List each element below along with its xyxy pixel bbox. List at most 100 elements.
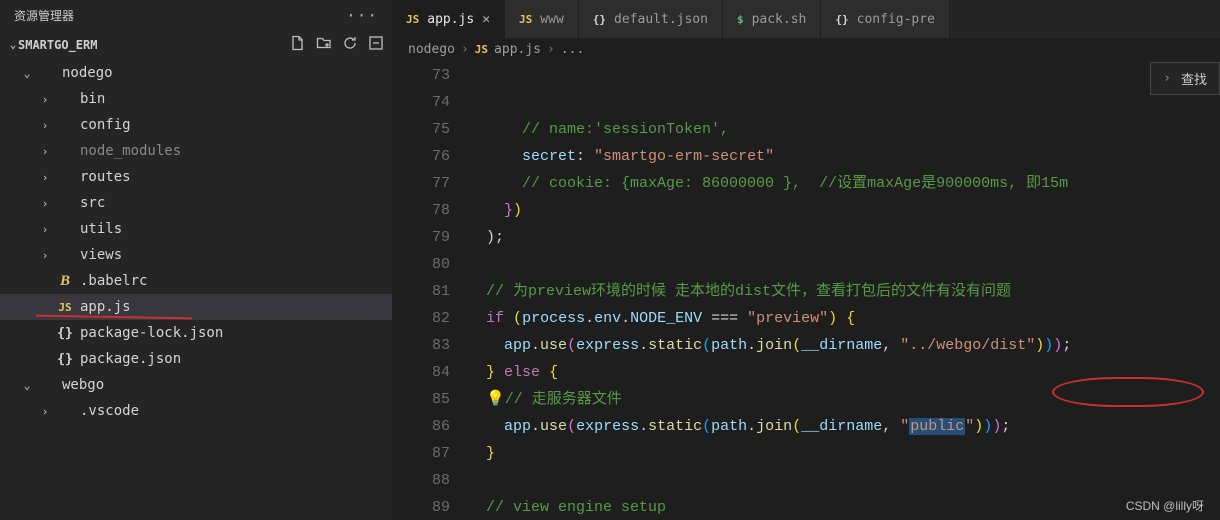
chevron-icon: › — [40, 249, 50, 262]
line-number: 77 — [392, 170, 450, 197]
tab-config-pre[interactable]: {} config-pre — [821, 0, 950, 38]
tab-file-icon: {} — [835, 13, 848, 26]
explorer-sidebar: 资源管理器 ··· ⌄ SMARTGO_ERM ⌄ nodego › bin › conf… — [0, 0, 392, 520]
editor-area: JSapp.js✕JSwww{}default.json$pack.sh{}co… — [392, 0, 1220, 520]
tree-item-label: utils — [80, 221, 122, 237]
tree-item-label: bin — [80, 91, 105, 107]
tree-item-config[interactable]: › config — [0, 112, 392, 138]
breadcrumb-tail: ... — [561, 42, 584, 57]
json-icon: {} — [56, 326, 74, 341]
tree-item-label: node_modules — [80, 143, 181, 159]
tab-file-icon: JS — [406, 13, 419, 26]
line-number: 78 — [392, 197, 450, 224]
chevron-icon: › — [40, 171, 50, 184]
tab-label: www — [540, 12, 563, 27]
tree-item-views[interactable]: › views — [0, 242, 392, 268]
chevron-icon: ⌄ — [22, 67, 32, 80]
explorer-title: 资源管理器 — [14, 7, 74, 24]
tab-default-json[interactable]: {} default.json — [579, 0, 723, 38]
close-icon[interactable]: ✕ — [482, 12, 490, 27]
breadcrumb-file: app.js — [494, 42, 541, 57]
tab-bar: JSapp.js✕JSwww{}default.json$pack.sh{}co… — [392, 0, 1220, 38]
chevron-icon: › — [40, 405, 50, 418]
file-tree: ⌄nodego›bin›config›node_modules›routes›s… — [0, 58, 392, 426]
code-editor[interactable]: 7374757677787980818283848586878889 // na… — [392, 62, 1220, 520]
tab-pack-sh[interactable]: $ pack.sh — [723, 0, 821, 38]
chevron-icon: › — [40, 197, 50, 210]
line-number: 87 — [392, 440, 450, 467]
tree-item-package-lock-json[interactable]: {} package-lock.json — [0, 320, 392, 346]
red-circle-annotation — [1052, 377, 1204, 407]
line-number: 88 — [392, 467, 450, 494]
tab-label: pack.sh — [752, 12, 807, 27]
line-number: 89 — [392, 494, 450, 520]
tab-www[interactable]: JS www — [505, 0, 579, 38]
tree-item-label: .babelrc — [80, 273, 147, 289]
line-number: 80 — [392, 251, 450, 278]
line-number: 84 — [392, 359, 450, 386]
tree-item-app-js[interactable]: JS app.js — [0, 294, 392, 320]
tree-item--babelrc[interactable]: B .babelrc — [0, 268, 392, 294]
line-number: 76 — [392, 143, 450, 170]
tree-item-label: config — [80, 117, 131, 133]
line-number: 75 — [392, 116, 450, 143]
new-folder-icon[interactable] — [316, 35, 332, 54]
tree-item-label: routes — [80, 169, 131, 185]
tree-item-label: .vscode — [80, 403, 139, 419]
line-number: 74 — [392, 89, 450, 116]
tree-item-label: views — [80, 247, 122, 263]
chevron-icon: › — [40, 223, 50, 236]
tree-item-label: nodego — [62, 65, 113, 81]
tree-item-label: src — [80, 195, 105, 211]
tab-label: default.json — [614, 12, 708, 27]
babel-icon: B — [56, 273, 74, 290]
tab-file-icon: JS — [519, 13, 532, 26]
tree-item-src[interactable]: › src — [0, 190, 392, 216]
tree-item-node-modules[interactable]: ›node_modules — [0, 138, 392, 164]
line-number: 81 — [392, 278, 450, 305]
line-number: 82 — [392, 305, 450, 332]
collapse-icon[interactable] — [368, 35, 384, 54]
tree-item-utils[interactable]: › utils — [0, 216, 392, 242]
tab-file-icon: $ — [737, 13, 744, 26]
code-content[interactable]: // name:'sessionToken', secret: "smartgo… — [468, 62, 1220, 520]
tree-item-label: package.json — [80, 351, 181, 367]
js-icon: JS — [56, 301, 74, 314]
tree-item-package-json[interactable]: {} package.json — [0, 346, 392, 372]
refresh-icon[interactable] — [342, 35, 358, 54]
tab-file-icon: {} — [593, 13, 606, 26]
line-number: 83 — [392, 332, 450, 359]
chevron-right-icon: › — [461, 42, 469, 57]
chevron-icon: ⌄ — [22, 379, 32, 392]
line-gutter: 7374757677787980818283848586878889 — [392, 62, 468, 520]
breadcrumb-root: nodego — [408, 42, 455, 57]
watermark: CSDN @lilly呀 — [1126, 497, 1204, 514]
tab-app-js[interactable]: JSapp.js✕ — [392, 0, 505, 38]
explorer-more-icon[interactable]: ··· — [346, 6, 378, 25]
js-icon: JS — [475, 43, 488, 56]
json-icon: {} — [56, 352, 74, 367]
tree-item-routes[interactable]: › routes — [0, 164, 392, 190]
tab-label: config-pre — [857, 12, 935, 27]
lightbulb-icon[interactable]: 💡 — [486, 391, 505, 408]
line-number: 79 — [392, 224, 450, 251]
chevron-down-icon: ⌄ — [8, 38, 18, 51]
tree-item-label: package-lock.json — [80, 325, 223, 341]
tree-item-webgo[interactable]: ⌄ webgo — [0, 372, 392, 398]
tree-item-label: webgo — [62, 377, 104, 393]
chevron-right-icon: › — [547, 42, 555, 57]
line-number: 86 — [392, 413, 450, 440]
line-number: 73 — [392, 62, 450, 89]
project-header[interactable]: ⌄ SMARTGO_ERM — [0, 31, 392, 58]
tree-item-nodego[interactable]: ⌄ nodego — [0, 60, 392, 86]
breadcrumb[interactable]: nodego › JS app.js › ... — [392, 38, 1220, 62]
tree-item-label: app.js — [80, 299, 131, 315]
chevron-icon: › — [40, 93, 50, 106]
new-file-icon[interactable] — [290, 35, 306, 54]
line-number: 85 — [392, 386, 450, 413]
chevron-icon: › — [40, 119, 50, 132]
project-name: SMARTGO_ERM — [18, 38, 97, 52]
tree-item-bin[interactable]: › bin — [0, 86, 392, 112]
explorer-header: 资源管理器 ··· — [0, 0, 392, 31]
tree-item--vscode[interactable]: › .vscode — [0, 398, 392, 424]
